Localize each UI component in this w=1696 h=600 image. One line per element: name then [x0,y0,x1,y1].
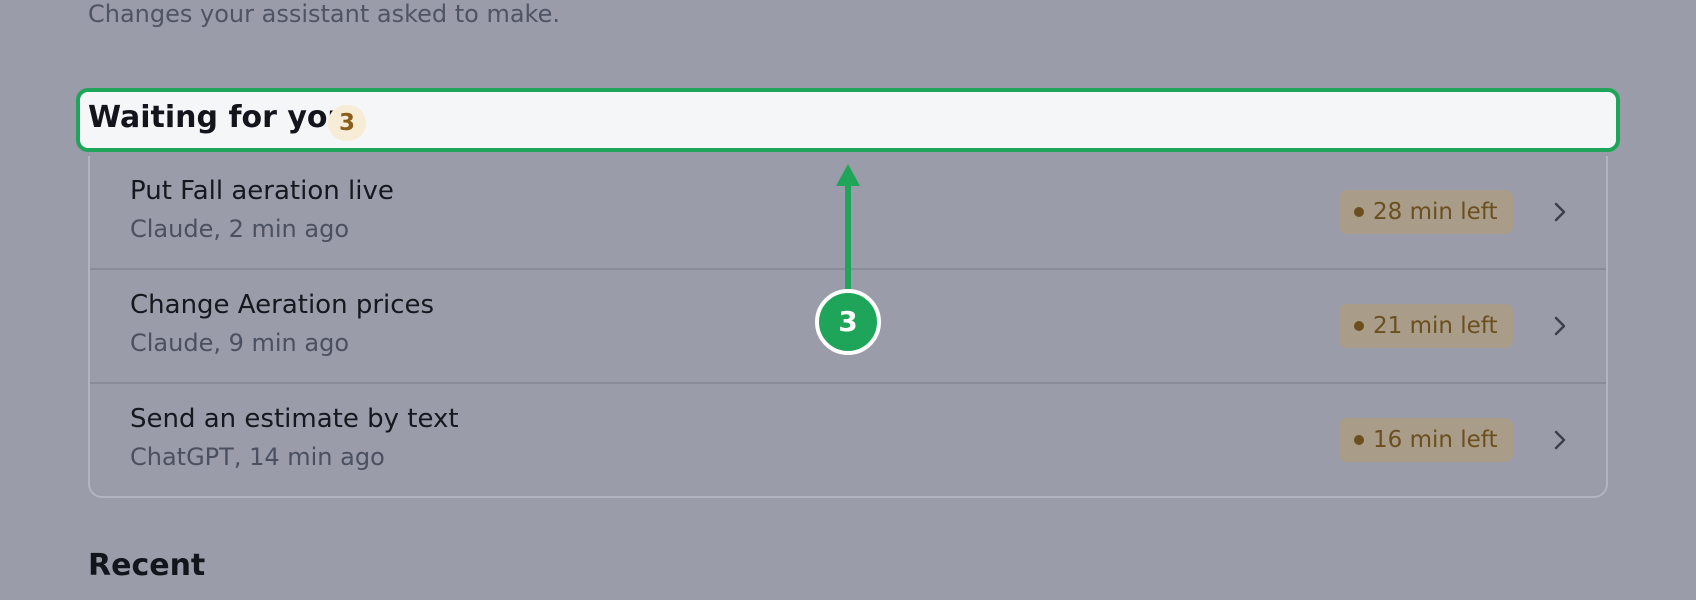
request-meta: Claude, 2 min ago [130,215,350,243]
status-dot-icon [1354,435,1364,445]
arrow-up-icon [836,164,860,300]
waiting-section-title: Waiting for you [88,100,349,135]
chevron-right-icon[interactable] [1545,311,1575,341]
time-left-label: 28 min left [1373,199,1498,225]
request-meta: ChatGPT, 14 min ago [130,443,385,471]
request-meta: Claude, 9 min ago [130,329,350,357]
step-marker: 3 [815,289,881,355]
time-left-badge: 16 min left [1339,418,1513,462]
chevron-right-icon[interactable] [1545,197,1575,227]
request-title: Change Aeration prices [130,290,435,320]
request-title: Send an estimate by text [130,404,459,434]
time-left-badge: 21 min left [1339,304,1513,348]
status-dot-icon [1354,207,1364,217]
waiting-list-item[interactable]: Send an estimate by text ChatGPT, 14 min… [90,382,1606,498]
recent-section-title: Recent [88,548,206,583]
request-title: Put Fall aeration live [130,176,394,206]
chevron-right-icon[interactable] [1545,425,1575,455]
time-left-label: 16 min left [1373,427,1498,453]
time-left-badge: 28 min left [1339,190,1513,234]
page-subtitle: Changes your assistant asked to make. [88,0,560,28]
time-left-label: 21 min left [1373,313,1498,339]
status-dot-icon [1354,321,1364,331]
waiting-count-badge: 3 [328,105,366,141]
